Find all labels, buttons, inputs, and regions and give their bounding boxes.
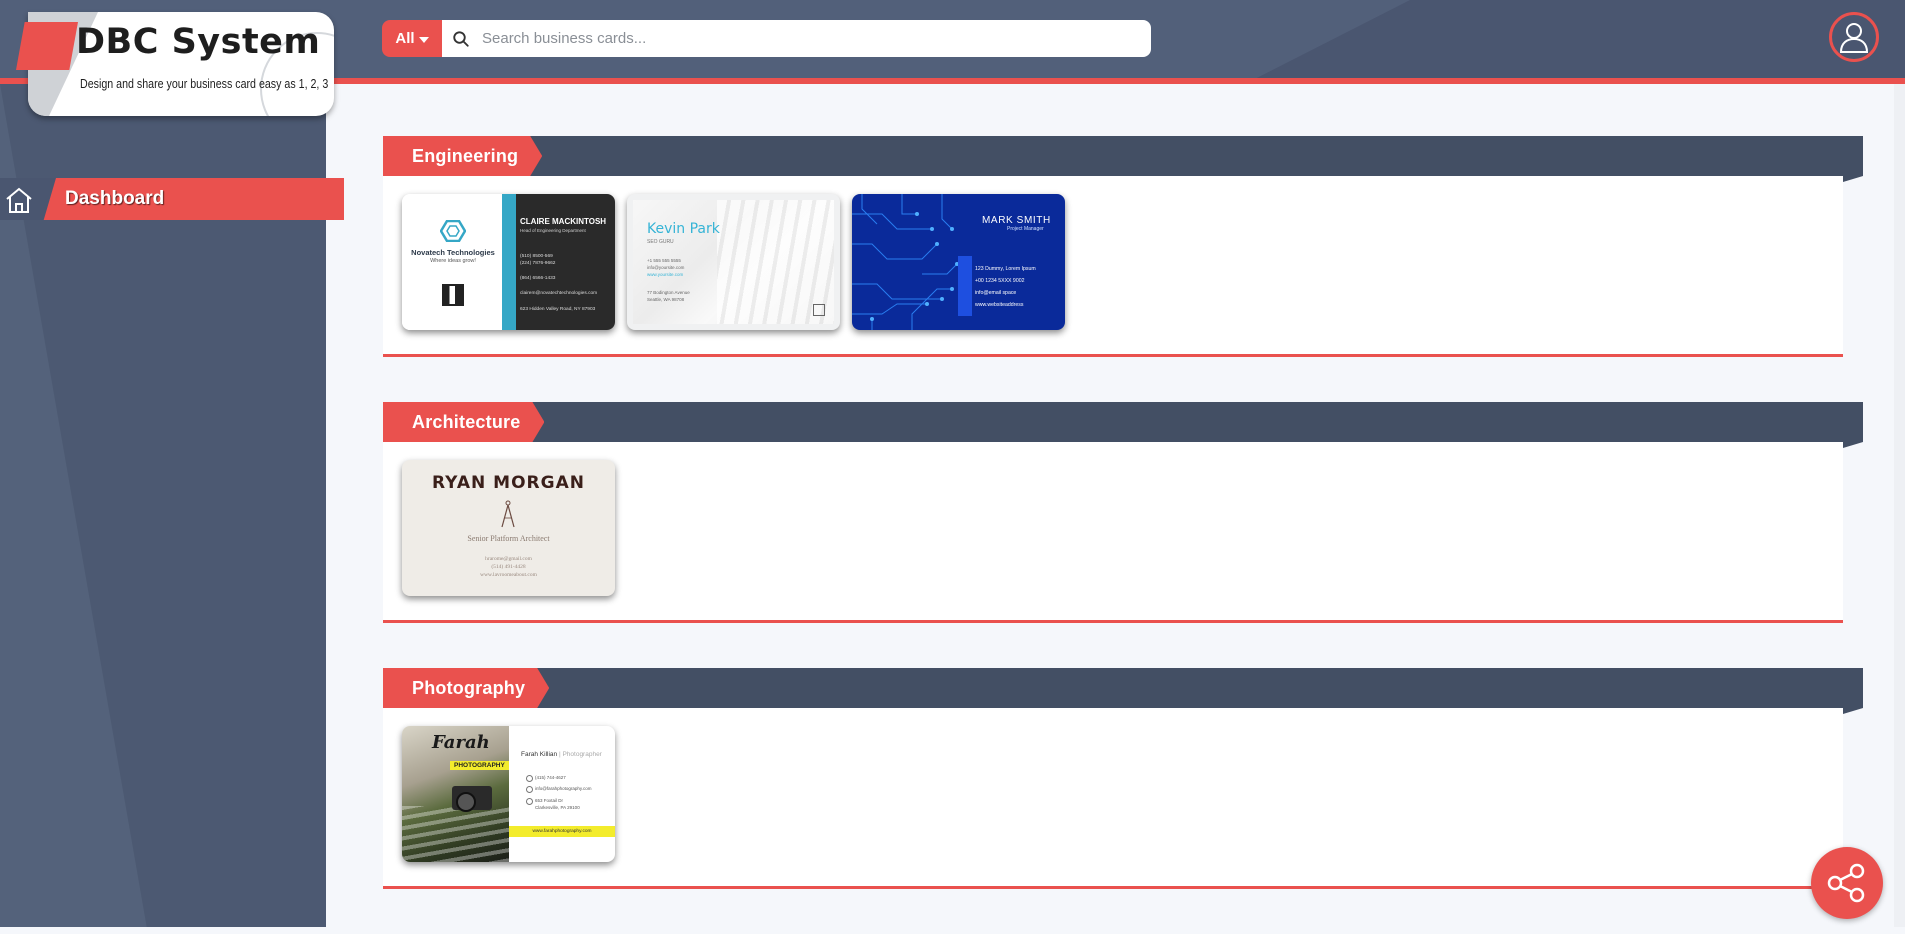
search-field-container: [442, 20, 1151, 57]
business-card-novatech[interactable]: Novatech Technologies Where ideas grow! …: [402, 194, 615, 330]
search-bar: All: [382, 20, 1151, 57]
card-tag: PHOTOGRAPHY: [450, 761, 509, 770]
search-icon: [453, 30, 469, 47]
card-line: info@email space: [975, 290, 1017, 296]
card-line: 653 Foxtail Dr: [535, 798, 564, 803]
card-role: Photographer: [562, 751, 602, 758]
card-line: (224) 7876-9662: [520, 261, 556, 266]
card-line: www.websiteaddress: [975, 302, 1024, 308]
sidebar-item-dashboard[interactable]: Dashboard: [0, 178, 344, 220]
card-photo-texture: [402, 806, 509, 862]
card-line: hrarome@gmail.com: [485, 556, 532, 562]
business-card-kevin-park[interactable]: Kevin Park SEO GURU +1 555 555 5555 info…: [627, 194, 840, 330]
category-photography: Photography Farah PHOTOGRAPHY Farah Kill…: [383, 668, 1863, 934]
qr-code-icon: [813, 304, 825, 316]
app-tagline: Design and share your business card easy…: [80, 76, 329, 91]
card-slogan: Where ideas grow!: [430, 258, 476, 264]
card-stripe: [502, 194, 516, 330]
home-icon: [6, 187, 32, 213]
page-scrollbar[interactable]: [1894, 84, 1905, 927]
card-role: Senior Platform Architect: [467, 534, 550, 543]
card-brand: Farah: [432, 732, 490, 753]
card-role: Head of Engineering Department: [520, 228, 586, 233]
search-input[interactable]: [480, 29, 1084, 48]
category-header: Photography: [383, 668, 1863, 708]
card-line: info@yoursite.com: [647, 265, 685, 270]
card-line: (510) 8500-569: [520, 254, 553, 259]
category-engineering: Engineering Novatech Technologies Where …: [383, 136, 1863, 402]
category-title[interactable]: Engineering: [383, 136, 542, 176]
category-divider: [383, 886, 1843, 889]
card-name: Farah Killian: [521, 751, 558, 758]
share-icon: [1827, 863, 1865, 903]
card-role: SEO GURU: [647, 239, 674, 245]
card-name: RYAN MORGAN: [432, 473, 585, 493]
category-card-list: RYAN MORGAN Senior Platform Architect hr…: [383, 442, 1843, 620]
card-line: www.lavroomeabout.com: [480, 572, 537, 578]
qr-code-icon: [442, 284, 464, 306]
card-line: Clarkesville, PA 29100: [535, 805, 580, 810]
category-card-list: Farah PHOTOGRAPHY Farah Killian | Photog…: [383, 708, 1843, 886]
card-line: Seattle, WA 98708: [647, 297, 685, 302]
card-person: Farah Killian | Photographer: [521, 751, 602, 758]
app-title: DBC System: [76, 22, 321, 62]
business-card-farah-photography[interactable]: Farah PHOTOGRAPHY Farah Killian | Photog…: [402, 726, 615, 862]
user-icon: [1839, 23, 1869, 53]
card-line: clairem@novatechtechnologies.com: [520, 291, 598, 296]
card-line: (514) 491-4428: [491, 564, 526, 570]
category-header: Architecture: [383, 402, 1863, 442]
share-button[interactable]: [1811, 847, 1883, 919]
phone-icon: [526, 775, 533, 782]
business-card-ryan-morgan[interactable]: RYAN MORGAN Senior Platform Architect hr…: [402, 460, 615, 596]
category-architecture: Architecture RYAN MORGAN Senior Platform…: [383, 402, 1863, 668]
card-line: 623 Hidden Valley Road, NY 87903: [520, 307, 596, 312]
top-bar-decoration: [1245, 0, 1905, 84]
category-header: Engineering: [383, 136, 1863, 176]
card-line: (864) 6566-1433: [520, 276, 556, 281]
email-icon: [526, 786, 533, 793]
main-content: Engineering Novatech Technologies Where …: [383, 136, 1863, 934]
category-divider: [383, 620, 1843, 623]
card-line: +1 555 555 5555: [647, 258, 681, 263]
card-line: www.yoursite.com: [647, 272, 684, 277]
search-filter-dropdown[interactable]: All: [382, 20, 442, 57]
card-name: MARK SMITH: [982, 215, 1051, 226]
category-divider: [383, 354, 1843, 357]
card-icon-bar: [958, 256, 972, 316]
card-name: CLAIRE MACKINTOSH: [520, 217, 607, 226]
hexagon-logo-icon: [440, 220, 466, 242]
caret-down-icon: [418, 36, 429, 43]
sidebar-item-label: Dashboard: [65, 188, 165, 209]
card-line: 123 Dummy, Lorem Ipsum: [975, 266, 1036, 272]
location-icon: [526, 798, 533, 805]
card-line: info@farahphotography.com: [535, 786, 592, 791]
search-filter-label: All: [395, 30, 415, 47]
business-card-mark-smith[interactable]: MARK SMITH Project Manager 123 Dummy, Lo…: [852, 194, 1065, 330]
category-title[interactable]: Architecture: [383, 402, 544, 442]
profile-button[interactable]: [1829, 12, 1879, 62]
card-company: Novatech Technologies: [411, 248, 495, 257]
compass-icon: [501, 500, 515, 528]
category-card-list: Novatech Technologies Where ideas grow! …: [383, 176, 1843, 354]
card-line: (415) 744-4627: [535, 775, 566, 780]
card-website: www.farahphotography.com: [509, 826, 615, 837]
card-line: +00 1234 5XXX 9002: [975, 278, 1025, 284]
card-line: 77 Bodington Avenue: [647, 290, 690, 295]
card-name: Kevin Park: [647, 221, 720, 237]
category-title[interactable]: Photography: [383, 668, 549, 708]
logo-red-mark: [16, 22, 78, 70]
card-role: Project Manager: [1007, 226, 1044, 232]
camera-lens-icon: [456, 792, 476, 812]
